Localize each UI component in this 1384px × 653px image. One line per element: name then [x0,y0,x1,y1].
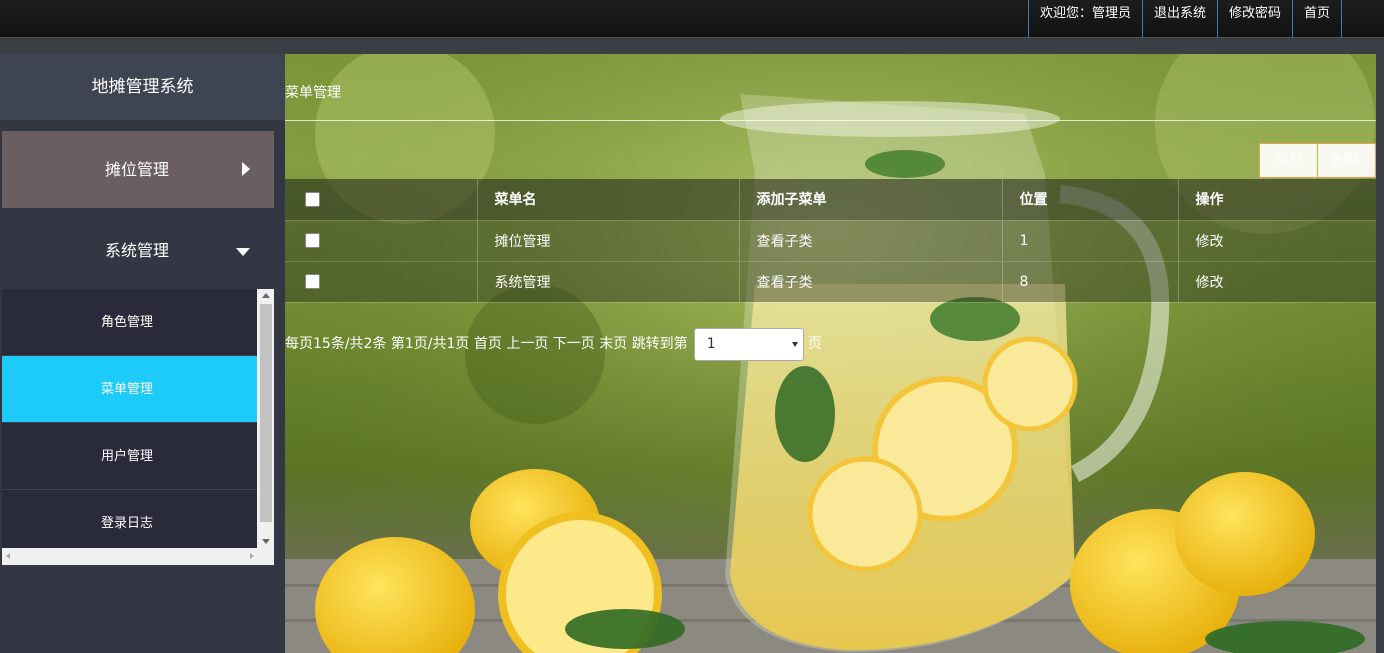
prev-page-link[interactable]: 上一页 [506,326,548,362]
select-all-checkbox[interactable] [305,191,320,207]
delete-button[interactable]: 删除 [1318,143,1376,178]
sidebar-group-label: 摊位管理 [105,160,170,179]
right-edge [1376,54,1384,653]
chevron-down-icon [791,341,798,347]
menu-table: 菜单名 添加子菜单 位置 操作 摊位管理 查看子类 1 修改 系统管理 查看子类… [285,179,1376,303]
page-select-value: 1 [706,335,716,352]
edit-link[interactable]: 修改 [1177,220,1376,262]
column-header: 菜单名 [476,179,739,221]
sidebar-group-system[interactable]: 系统管理 [2,213,274,289]
change-password-link[interactable]: 修改密码 [1216,0,1292,37]
submenu-list: 角色管理 菜单管理 用户管理 登录日志 [2,289,257,548]
submenu-frame: 角色管理 菜单管理 用户管理 登录日志 [2,289,274,565]
jump-label: 跳转到第 [631,336,688,352]
pagination: 每页15条/共2条 第1页/共1页 首页 上一页 下一页 末页 跳转到第 1 页 [285,326,822,362]
column-header: 添加子菜单 [738,179,1002,221]
menu-name-cell: 系统管理 [476,261,739,303]
sidebar-item-roles[interactable]: 角色管理 [2,289,257,356]
add-button[interactable]: 添加 [1259,143,1318,178]
menu-name-cell: 摊位管理 [476,220,739,262]
last-page-link[interactable]: 末页 [599,326,627,362]
row-checkbox[interactable] [305,274,320,289]
sidebar-item-login-log[interactable]: 登录日志 [2,490,257,548]
main-content: 菜单管理 添加 删除 菜单名 添加子菜单 位置 操作 摊位管理 查看子类 1 修… [285,54,1376,653]
sidebar-group-stall[interactable]: 摊位管理 [2,131,274,208]
row-select-cell[interactable] [285,261,477,303]
toolbar: 添加 删除 [1259,143,1376,178]
caret-right-icon [242,162,250,176]
view-sub-link[interactable]: 查看子类 [738,220,1002,262]
scroll-thumb[interactable] [260,304,272,522]
scroll-down-icon[interactable] [262,539,270,544]
first-page-link[interactable]: 首页 [474,326,502,362]
welcome-text: 欢迎您：管理员 [1027,0,1142,37]
sidebar-group-label: 系统管理 [105,241,170,260]
column-header: 操作 [1177,179,1376,221]
table-header-row: 菜单名 添加子菜单 位置 操作 [285,179,1376,221]
edit-link[interactable]: 修改 [1177,261,1376,303]
scroll-right-icon[interactable] [250,553,254,559]
table-row: 摊位管理 查看子类 1 修改 [285,220,1376,262]
page-suffix: 页 [807,336,822,352]
row-checkbox[interactable] [305,233,320,248]
sidebar-item-users[interactable]: 用户管理 [2,423,257,490]
position-cell: 8 [1001,261,1178,303]
view-sub-link[interactable]: 查看子类 [738,261,1002,303]
system-title: 地摊管理系统 [0,54,285,120]
vertical-scrollbar[interactable] [258,289,274,548]
row-select-cell[interactable] [285,220,477,262]
logout-link[interactable]: 退出系统 [1141,0,1217,37]
top-nav: 欢迎您：管理员 退出系统 修改密码 首页 [1027,0,1342,37]
sidebar-item-menus[interactable]: 菜单管理 [2,356,257,423]
column-header: 位置 [1001,179,1178,221]
header-select-all[interactable] [285,179,477,221]
top-bar: 欢迎您：管理员 退出系统 修改密码 首页 [0,0,1384,38]
scroll-up-icon[interactable] [262,293,270,298]
caret-down-icon [236,248,250,256]
pager-summary: 每页15条/共2条 第1页/共1页 [285,336,470,352]
horizontal-scrollbar[interactable] [2,548,258,565]
page-title: 菜单管理 [285,54,1376,121]
sidebar: 地摊管理系统 摊位管理 系统管理 角色管理 菜单管理 用户管理 登录日志 [0,54,285,653]
header-divider [0,39,1384,54]
scroll-left-icon[interactable] [6,553,10,559]
page-select[interactable]: 1 [693,327,804,361]
table-row: 系统管理 查看子类 8 修改 [285,261,1376,303]
home-link[interactable]: 首页 [1291,0,1342,37]
next-page-link[interactable]: 下一页 [553,326,595,362]
position-cell: 1 [1001,220,1178,262]
